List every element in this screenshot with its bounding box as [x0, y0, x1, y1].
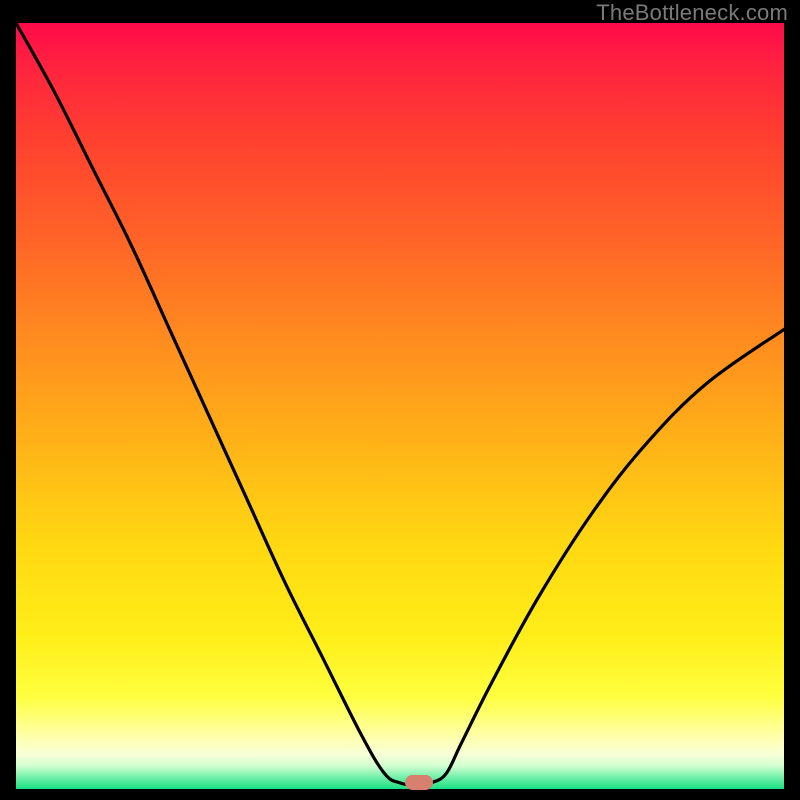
optimal-point-marker — [405, 775, 433, 790]
bottleneck-curve — [16, 23, 784, 789]
plot-frame — [16, 23, 784, 789]
watermark-text: TheBottleneck.com — [596, 0, 788, 26]
